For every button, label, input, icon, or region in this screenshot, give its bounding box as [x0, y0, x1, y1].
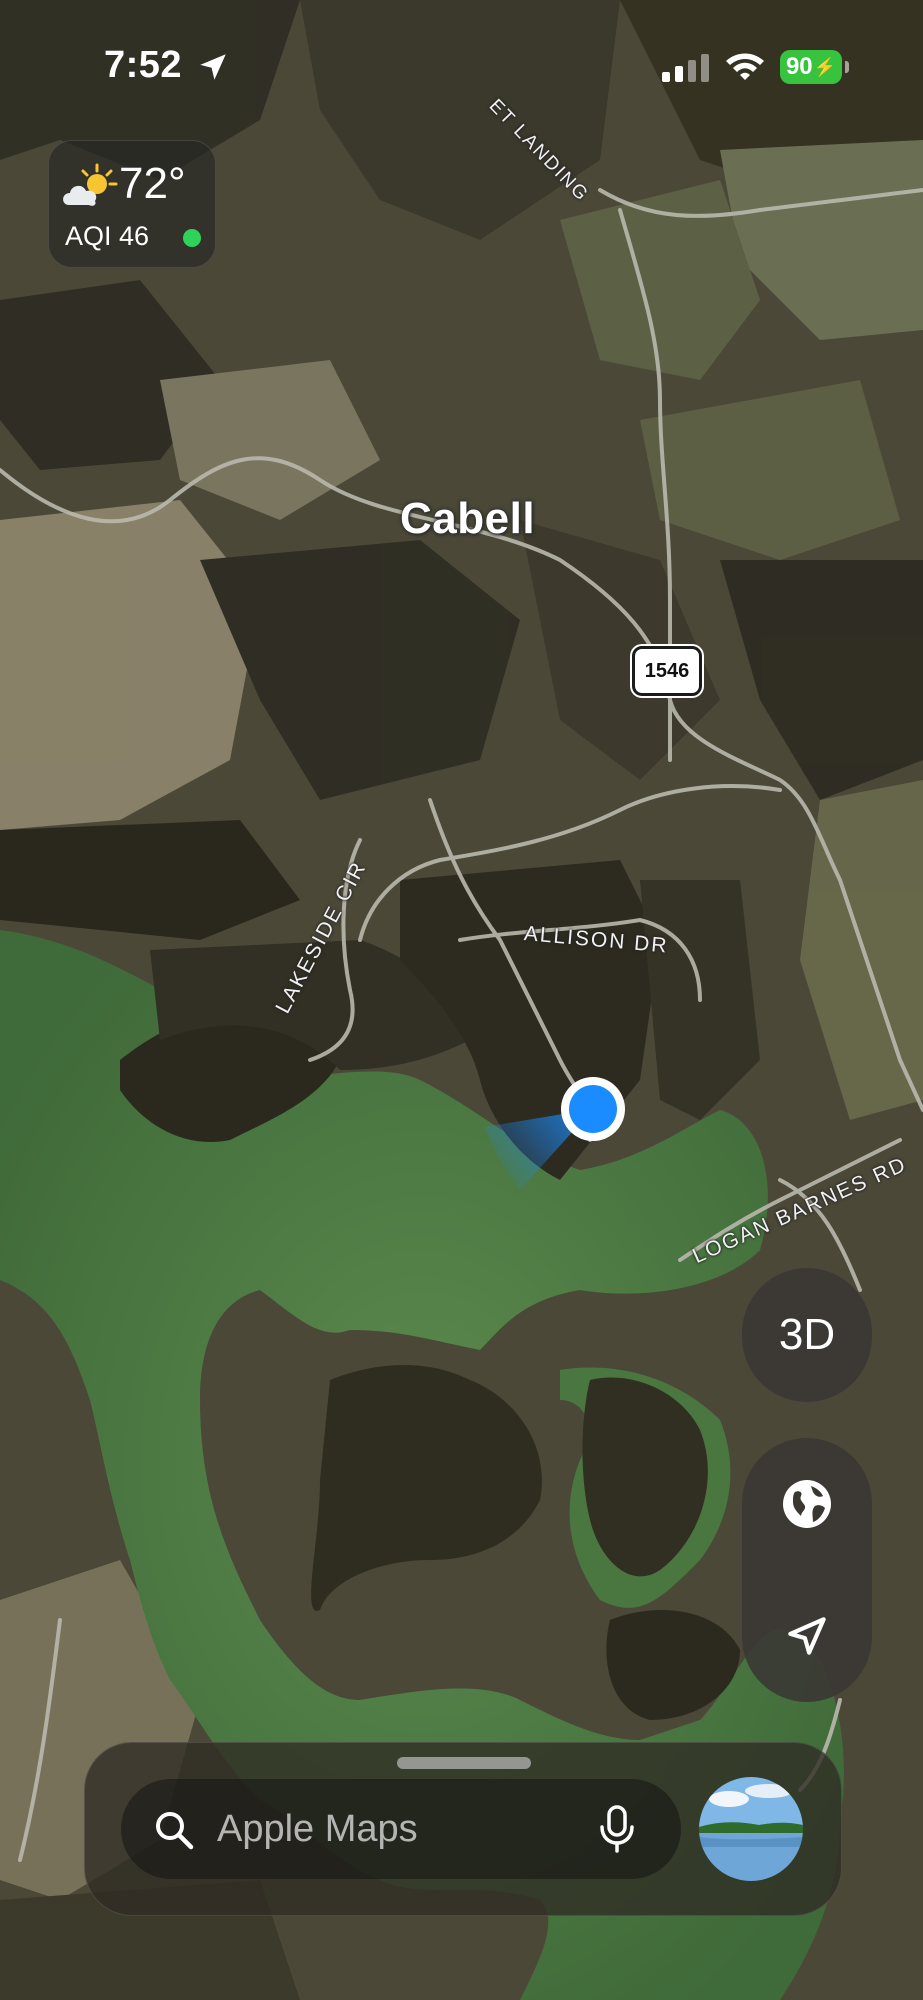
search-field[interactable]: Apple Maps [121, 1779, 681, 1879]
location-arrow-icon [788, 1617, 826, 1655]
3d-view-button[interactable]: 3D [742, 1268, 872, 1402]
route-shield: 1546 [632, 646, 702, 696]
battery-level: 90 [785, 53, 813, 80]
partly-sunny-icon [63, 163, 118, 206]
air-quality-index: AQI 46 [65, 221, 150, 251]
map-controls [742, 1438, 872, 1702]
status-bar: 7:52 90 ⚡ [0, 0, 923, 130]
location-services-icon [200, 54, 226, 80]
sheet-grabber[interactable] [397, 1757, 531, 1769]
status-time: 7:52 [104, 44, 183, 86]
maps-screen: ET LANDING Cabell 1546 LAKESIDE CIR ALLI… [0, 0, 923, 2000]
track-location-button[interactable] [742, 1570, 872, 1702]
wifi-icon [726, 53, 764, 80]
search-icon [156, 1812, 194, 1850]
weather-widget[interactable]: 72° AQI 46 [48, 140, 216, 268]
battery-cap [845, 61, 849, 73]
map-mode-button[interactable] [742, 1438, 872, 1570]
avatar-lake-photo [699, 1777, 803, 1881]
cellular-signal-icon [662, 54, 709, 82]
battery-indicator: 90 ⚡ [780, 50, 842, 84]
search-input[interactable]: Apple Maps [217, 1779, 577, 1879]
microphone-icon[interactable] [597, 1805, 637, 1853]
account-avatar[interactable] [699, 1777, 803, 1881]
search-sheet[interactable]: Apple Maps [84, 1742, 842, 1916]
globe-icon [783, 1480, 831, 1528]
aqi-status-dot [183, 229, 201, 247]
charging-bolt-icon: ⚡ [813, 56, 837, 77]
place-label-cabell[interactable]: Cabell [400, 494, 535, 544]
weather-temperature: 72° [119, 159, 186, 208]
